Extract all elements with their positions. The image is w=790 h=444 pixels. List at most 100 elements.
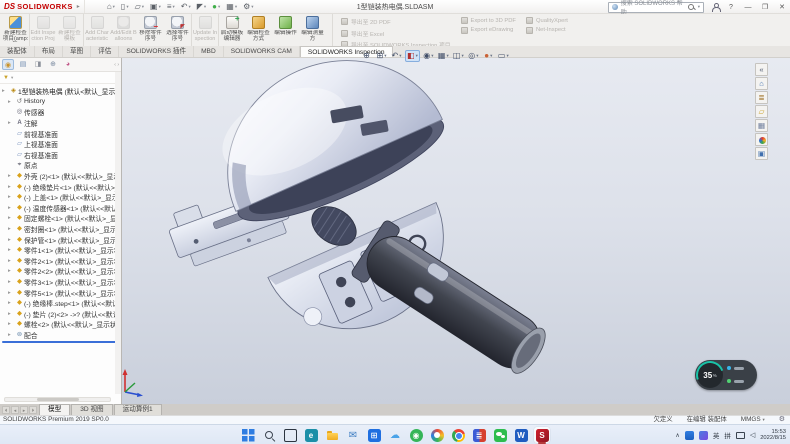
tree-item-row[interactable]: 保护管<1> (默认<<默认>_显示状态 <box>0 234 121 245</box>
taskbar-app-button[interactable] <box>492 427 508 443</box>
expand-arrow-icon[interactable] <box>8 332 15 338</box>
view-tool-button[interactable] <box>360 50 373 62</box>
tree-item-row[interactable]: 零件2<1> (默认<<默认>_显示状态 <box>0 256 121 267</box>
taskbar-app-button[interactable]: e <box>303 427 319 443</box>
command-tab[interactable]: 草图 <box>63 46 91 57</box>
tree-item-row[interactable]: (-) 绝缘垫片<1> (默认<<默认>_显示 <box>0 181 121 192</box>
expand-arrow-icon[interactable] <box>8 120 15 126</box>
ime-language-indicator[interactable]: 英 <box>713 430 720 440</box>
export-menu-item[interactable]: 导出至 Excel <box>341 29 451 38</box>
task-pane-button[interactable] <box>755 77 768 90</box>
task-pane-button[interactable] <box>755 91 768 104</box>
speaker-icon[interactable]: ◁ <box>750 431 755 439</box>
view-tool-button[interactable] <box>422 50 435 62</box>
ribbon-button[interactable]: 选择零件序号 <box>164 14 191 46</box>
tree-root-row[interactable]: 1型铠装热电偶 (默认<默认_显示状态-1 <box>0 86 121 97</box>
expand-arrow-icon[interactable] <box>8 173 15 179</box>
filter-caret-icon[interactable]: ▾ <box>11 75 13 81</box>
view-tool-button[interactable] <box>375 50 388 62</box>
expand-arrow-icon[interactable] <box>8 300 15 306</box>
tab-scroll-first-icon[interactable]: ⏴ <box>2 406 10 414</box>
ribbon-button[interactable]: 编辑测量方 <box>299 14 326 46</box>
expand-arrow-icon[interactable] <box>8 237 15 243</box>
tray-overflow-chevron-icon[interactable]: ∧ <box>675 432 679 439</box>
tree-item-row[interactable]: (-) 绝缘棒.step<1> (默认<<默认>_ <box>0 298 121 309</box>
ribbon-button[interactable]: Edit Inspection Project <box>29 14 56 46</box>
close-button[interactable]: ✕ <box>777 3 787 11</box>
expand-arrow-icon[interactable] <box>8 226 15 232</box>
ribbon-button[interactable]: Update Inspection Project <box>191 14 218 46</box>
panel-tab[interactable] <box>2 59 14 70</box>
quick-access-button[interactable]: ▾ <box>167 0 175 13</box>
tree-item-row[interactable]: 零件5<1> (默认<<默认>_显示状态 <box>0 287 121 298</box>
expand-arrow-icon[interactable] <box>8 247 15 253</box>
command-tab[interactable]: 布局 <box>35 46 63 57</box>
filter-funnel-icon[interactable]: ▼ <box>3 75 9 81</box>
expand-arrow-icon[interactable] <box>8 194 15 200</box>
panel-tab[interactable] <box>62 59 74 70</box>
taskbar-app-button[interactable] <box>261 427 277 443</box>
tree-item-row[interactable]: 上视基准面 <box>0 139 121 150</box>
graphics-viewport[interactable]: 35% <box>122 58 790 404</box>
tree-item-row[interactable]: 密封圈<1> (默认<<默认>_显示状态 <box>0 224 121 235</box>
tree-item-row[interactable]: 零件2<2> (默认<<默认>_显示状态 <box>0 266 121 277</box>
view-tool-button[interactable] <box>497 50 510 62</box>
quick-access-button[interactable]: ▾ <box>226 0 237 13</box>
scrollbar-thumb[interactable] <box>37 398 79 401</box>
document-tab[interactable]: 模型 <box>39 404 70 415</box>
panel-vertical-scrollbar[interactable] <box>115 72 121 394</box>
export-menu-item[interactable]: Export to 3D PDF <box>461 17 516 24</box>
expand-arrow-icon[interactable] <box>8 311 15 317</box>
taskbar-app-button[interactable]: ◉ <box>408 427 424 443</box>
search-input[interactable]: 搜索 SOLIDWORKS 帮助 ▾ <box>608 2 704 13</box>
command-tab[interactable]: 装配体 <box>0 46 35 57</box>
command-tab[interactable]: SOLIDWORKS CAM <box>224 46 300 57</box>
tab-scroll-prev-icon[interactable]: ◂ <box>11 406 19 414</box>
restore-button[interactable]: ❐ <box>760 3 770 11</box>
taskbar-app-button[interactable] <box>450 427 466 443</box>
view-tool-button[interactable] <box>390 50 403 62</box>
recorder-row-2[interactable] <box>727 376 744 386</box>
panel-tab-nav-arrows[interactable]: ‹ › <box>114 62 119 68</box>
assembly-3d-model[interactable] <box>122 58 790 404</box>
ribbon-button[interactable]: 编辑操作 <box>272 14 299 46</box>
view-tool-button[interactable] <box>467 50 480 62</box>
expand-arrow-icon[interactable] <box>8 99 15 105</box>
tree-item-row[interactable]: 前视基准面 <box>0 128 121 139</box>
taskbar-app-button[interactable]: ≣ <box>471 427 487 443</box>
ribbon-button[interactable]: Add/Edit Balloons <box>110 14 137 46</box>
recorder-row-1[interactable] <box>727 363 744 373</box>
tree-item-row[interactable]: 原点 <box>0 160 121 171</box>
clock[interactable]: 15:53 2022/8/15 <box>760 429 786 442</box>
quick-access-button[interactable]: ▾ <box>107 0 115 13</box>
status-options-gear-icon[interactable]: ⚙ <box>779 416 785 424</box>
ribbon-button[interactable]: 编辑检查方式 <box>245 14 272 46</box>
panel-tab[interactable] <box>47 59 59 70</box>
quick-access-button[interactable]: ▾ <box>135 0 144 13</box>
logo-flyout-arrow-icon[interactable]: ▸ <box>77 3 80 10</box>
panel-tab[interactable] <box>32 59 44 70</box>
ime-pinyin-indicator[interactable]: 拼 <box>724 430 731 440</box>
tab-scroll-next-icon[interactable]: ▸ <box>20 406 28 414</box>
taskbar-app-button[interactable]: W <box>513 427 529 443</box>
search-icon[interactable] <box>688 4 695 11</box>
tree-item-row[interactable]: 外壳 (2)<1> (默认<<默认>_显示状态 <box>0 171 121 182</box>
expand-arrow-icon[interactable] <box>8 258 15 264</box>
tree-item-row[interactable]: 配合 <box>0 330 121 341</box>
tree-item-row[interactable]: 固定螺栓<1> (默认<<默认>_显示状 <box>0 213 121 224</box>
tree-item-row[interactable]: (-) 垫片 (2)<2> ->? (默认<<默认>_ <box>0 308 121 319</box>
panel-tab[interactable] <box>17 59 29 70</box>
ribbon-button[interactable]: Add Characteristic <box>83 14 110 46</box>
quick-access-button[interactable]: ▾ <box>181 0 191 13</box>
export-menu-item[interactable]: QualityXpert <box>526 17 568 24</box>
quick-access-button[interactable]: ▾ <box>150 0 161 13</box>
export-menu-item[interactable]: Net-Inspect <box>526 27 568 34</box>
view-tool-button[interactable] <box>482 50 495 62</box>
quick-access-button[interactable]: ▾ <box>121 0 129 13</box>
task-pane-button[interactable] <box>755 119 768 132</box>
ribbon-button[interactable]: 移除零件序号 <box>137 14 164 46</box>
expand-arrow-icon[interactable] <box>8 205 15 211</box>
task-pane-button[interactable] <box>755 147 768 160</box>
quick-access-button[interactable]: ▾ <box>243 0 253 13</box>
taskbar-app-button[interactable] <box>282 427 298 443</box>
